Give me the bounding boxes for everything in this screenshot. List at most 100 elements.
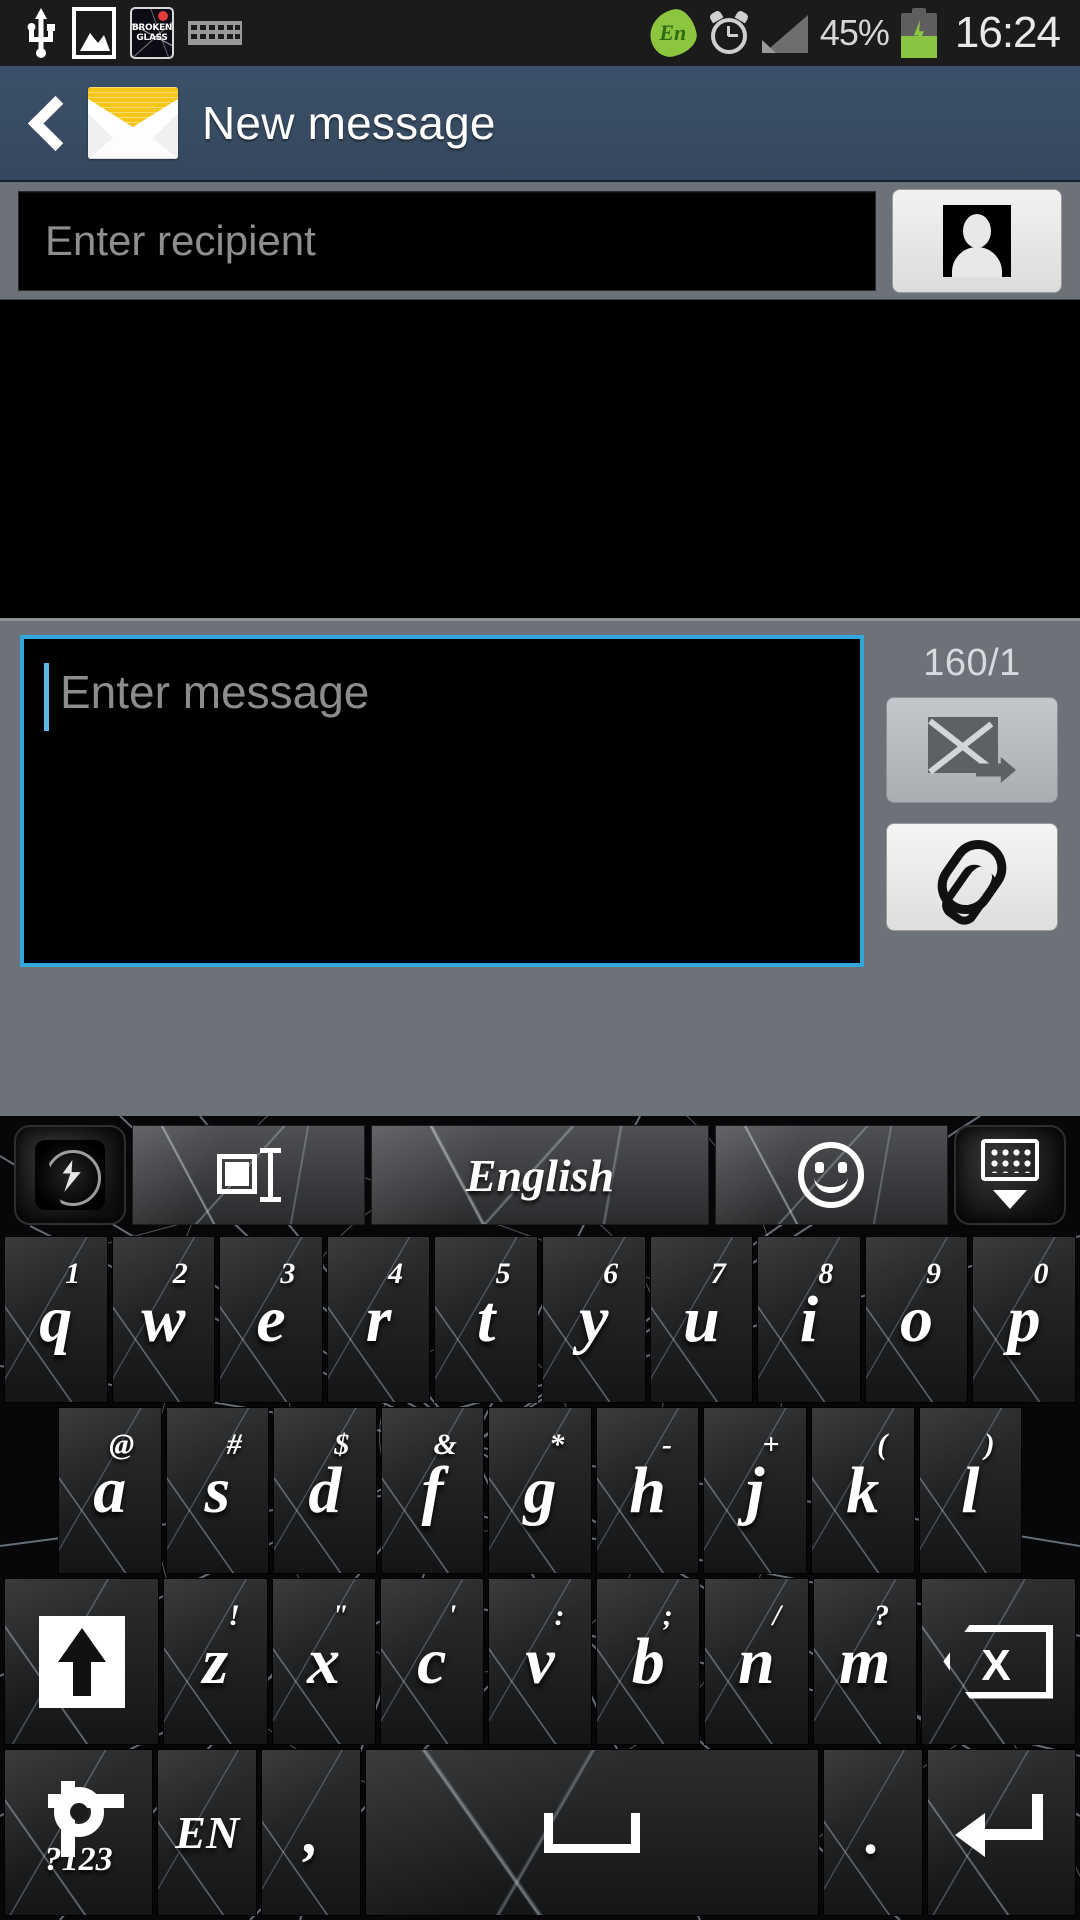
keyboard-rows: 1q 2w 3e 4r 5t 6y 7u 8i 9o 0p @ a # s $ d &… <box>0 1234 1080 1918</box>
envelope-icon <box>88 87 178 159</box>
page-title: New message <box>202 97 496 149</box>
key-j-label: j <box>745 1453 765 1527</box>
key-w-label: w <box>141 1282 186 1356</box>
key-z[interactable]: ! z <box>163 1578 268 1745</box>
send-button[interactable] <box>886 697 1058 803</box>
language-switch-label: EN <box>175 1806 240 1858</box>
shift-icon <box>38 1615 125 1708</box>
key-f[interactable]: & f <box>380 1407 485 1574</box>
key-t[interactable]: 5t <box>434 1236 538 1403</box>
hide-keyboard-icon <box>977 1139 1043 1211</box>
key-n[interactable]: / n <box>704 1578 809 1745</box>
enter-key[interactable] <box>926 1749 1076 1916</box>
shift-key[interactable] <box>4 1578 160 1745</box>
key-g-label: g <box>523 1453 557 1527</box>
text-cursor <box>44 663 49 731</box>
key-t-label: t <box>477 1282 496 1356</box>
broken-glass-line2: GLASS <box>136 33 168 43</box>
action-bar: New message <box>0 66 1080 182</box>
text-select-button[interactable] <box>132 1125 366 1225</box>
key-w[interactable]: 2w <box>111 1236 216 1403</box>
language-leaf-icon: En <box>645 5 701 61</box>
message-input[interactable]: Enter message <box>20 635 864 967</box>
key-s[interactable]: # s <box>165 1407 270 1574</box>
paperclip-icon <box>926 828 1018 926</box>
emoji-button[interactable] <box>714 1125 948 1225</box>
keyboard-row-3: ! z " x ' c :v ; b / n ? m X <box>0 1576 1080 1747</box>
key-j-sup: + <box>762 1428 780 1461</box>
language-button[interactable]: English <box>371 1125 709 1225</box>
comma-key[interactable]: , <box>261 1749 362 1916</box>
signal-icon <box>761 13 808 53</box>
contacts-button[interactable] <box>892 188 1062 293</box>
key-x[interactable]: " x <box>271 1578 376 1745</box>
symbols-key-content: ?123 <box>45 1780 124 1879</box>
key-p[interactable]: 0p <box>972 1236 1076 1403</box>
key-e-label: e <box>256 1282 286 1356</box>
key-v[interactable]: :v <box>487 1578 593 1745</box>
key-d-label: d <box>308 1453 342 1527</box>
keyboard-toolbar: English <box>0 1116 1080 1234</box>
key-f-label: f <box>421 1453 444 1527</box>
key-e[interactable]: 3e <box>219 1236 323 1403</box>
key-l-sup: ) <box>984 1428 995 1461</box>
key-q[interactable]: 1q <box>4 1236 108 1403</box>
period-key-label: . <box>865 1799 881 1866</box>
key-j[interactable]: + j <box>703 1407 807 1574</box>
recipient-placeholder: Enter recipient <box>45 216 316 264</box>
back-button[interactable] <box>22 91 76 155</box>
key-x-label: x <box>307 1624 341 1698</box>
language-indicator-label: En <box>659 20 687 45</box>
language-switch-key[interactable]: EN <box>157 1749 258 1916</box>
key-o[interactable]: 9o <box>864 1236 969 1403</box>
key-c[interactable]: ' c <box>379 1578 484 1745</box>
key-c-sup: ' <box>448 1599 457 1632</box>
message-placeholder: Enter message <box>60 666 370 718</box>
key-d[interactable]: $ d <box>273 1407 377 1574</box>
alarm-icon <box>708 9 750 54</box>
keyboard-row-2: @ a # s $ d & f * g -h + j (k ) l <box>0 1405 1080 1576</box>
period-key[interactable]: . <box>822 1749 923 1916</box>
character-counter: 160/1 <box>923 642 1021 684</box>
key-k[interactable]: (k <box>810 1407 915 1574</box>
key-u[interactable]: 7u <box>649 1236 754 1403</box>
key-r[interactable]: 4r <box>326 1236 431 1403</box>
space-icon <box>544 1812 641 1853</box>
key-m[interactable]: ? m <box>812 1578 917 1745</box>
smiley-icon <box>798 1142 865 1208</box>
key-b[interactable]: ; b <box>596 1578 701 1745</box>
attach-button[interactable] <box>886 823 1058 931</box>
key-i[interactable]: 8i <box>757 1236 861 1403</box>
phone-screen: BROKEN GLASS En 45% 16:24 New message En… <box>0 0 1080 1920</box>
broken-glass-app-icon: BROKEN GLASS <box>130 7 174 59</box>
gear-icon <box>47 1780 124 1857</box>
symbols-key[interactable]: ?123 <box>4 1749 154 1916</box>
gallery-icon <box>72 7 116 59</box>
status-bar-left-icons: BROKEN GLASS <box>0 7 242 59</box>
key-t-sup: 5 <box>495 1257 511 1290</box>
key-c-label: c <box>417 1624 447 1698</box>
key-i-label: i <box>799 1282 819 1356</box>
key-g[interactable]: * g <box>488 1407 592 1574</box>
keyboard-theme-button[interactable] <box>14 1125 126 1225</box>
key-n-label: n <box>738 1624 775 1698</box>
theme-logo-icon <box>35 1140 105 1210</box>
key-h[interactable]: -h <box>595 1407 700 1574</box>
backspace-key[interactable]: X <box>920 1578 1077 1745</box>
key-b-label: b <box>631 1624 665 1698</box>
key-u-label: u <box>683 1282 720 1356</box>
key-i-sup: 8 <box>818 1257 834 1290</box>
key-a[interactable]: @ a <box>58 1407 162 1574</box>
key-k-label: k <box>846 1453 880 1527</box>
key-l[interactable]: ) l <box>918 1407 1023 1574</box>
key-a-label: a <box>93 1453 127 1527</box>
compose-actions: 160/1 <box>878 635 1066 1102</box>
conversation-area[interactable] <box>0 300 1080 618</box>
space-key[interactable] <box>365 1749 819 1916</box>
key-v-sup: : <box>554 1599 565 1632</box>
key-m-label: m <box>838 1624 891 1698</box>
hide-keyboard-button[interactable] <box>953 1125 1066 1225</box>
recipient-input[interactable]: Enter recipient <box>18 190 876 291</box>
key-y[interactable]: 6y <box>541 1236 646 1403</box>
key-r-label: r <box>365 1282 392 1356</box>
